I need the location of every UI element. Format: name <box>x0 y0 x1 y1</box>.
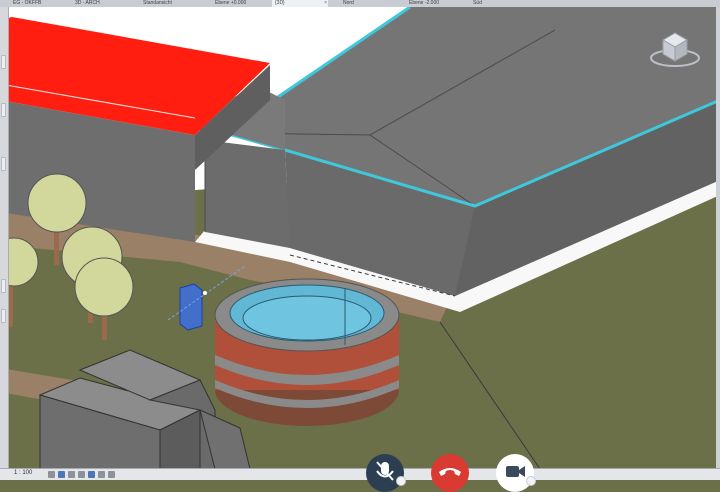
tab-3d-arch[interactable]: 3D - ARCH <box>72 0 124 7</box>
tab-label: Süd <box>473 0 482 6</box>
sun-path-icon[interactable] <box>68 471 75 478</box>
lock-3d-icon[interactable] <box>108 471 115 478</box>
tab-label: Standansicht <box>143 0 172 6</box>
tab-eg-okffb[interactable]: EG - OKFFB <box>10 0 52 7</box>
tab-nord[interactable]: Nord <box>340 0 396 7</box>
round-tank[interactable] <box>214 278 400 426</box>
tab-label: Nord <box>343 0 354 6</box>
panel-handle[interactable] <box>1 279 6 293</box>
tab-ebene-0[interactable]: Ebene +0.000 <box>212 0 268 7</box>
view-scale[interactable]: 1 : 100 <box>14 470 32 476</box>
phone-hangup-icon <box>439 468 461 476</box>
mute-button[interactable] <box>366 454 406 492</box>
options-badge[interactable] <box>526 476 536 486</box>
render-icon[interactable] <box>88 471 95 478</box>
tab-standansicht[interactable]: Standansicht <box>140 0 198 7</box>
panel-handle[interactable] <box>1 103 6 117</box>
tab-sued[interactable]: Süd <box>470 0 510 7</box>
shadows-icon[interactable] <box>78 471 85 478</box>
video-camera-icon <box>506 466 525 477</box>
connector-wall <box>205 140 290 248</box>
tab-label: {3D} <box>275 0 285 6</box>
3d-viewport[interactable] <box>0 7 720 469</box>
visual-style-icon[interactable] <box>58 471 65 478</box>
tab-label: EG - OKFFB <box>13 0 42 6</box>
end-call-button[interactable] <box>431 454 469 492</box>
tab-label: Ebene -2.000 <box>409 0 440 6</box>
vertical-scrollbar[interactable] <box>716 7 720 469</box>
options-badge[interactable] <box>396 476 406 486</box>
panel-handle[interactable] <box>1 157 6 171</box>
panel-handle[interactable] <box>1 55 6 69</box>
crop-view-icon[interactable] <box>98 471 105 478</box>
panel-handle[interactable] <box>1 309 6 323</box>
left-panel-edge <box>0 7 9 469</box>
microphone-muted-icon <box>376 461 394 481</box>
tab-3d[interactable]: {3D} × <box>272 0 328 7</box>
video-button[interactable] <box>496 454 536 492</box>
tab-ebene-minus-2[interactable]: Ebene -2.000 <box>406 0 466 7</box>
view-control-bar: 1 : 100 <box>0 468 720 480</box>
close-icon[interactable]: × <box>324 0 327 7</box>
tab-label: 3D - ARCH <box>75 0 100 6</box>
detail-level-icon[interactable] <box>48 471 55 478</box>
tab-label: Ebene +0.000 <box>215 0 247 6</box>
